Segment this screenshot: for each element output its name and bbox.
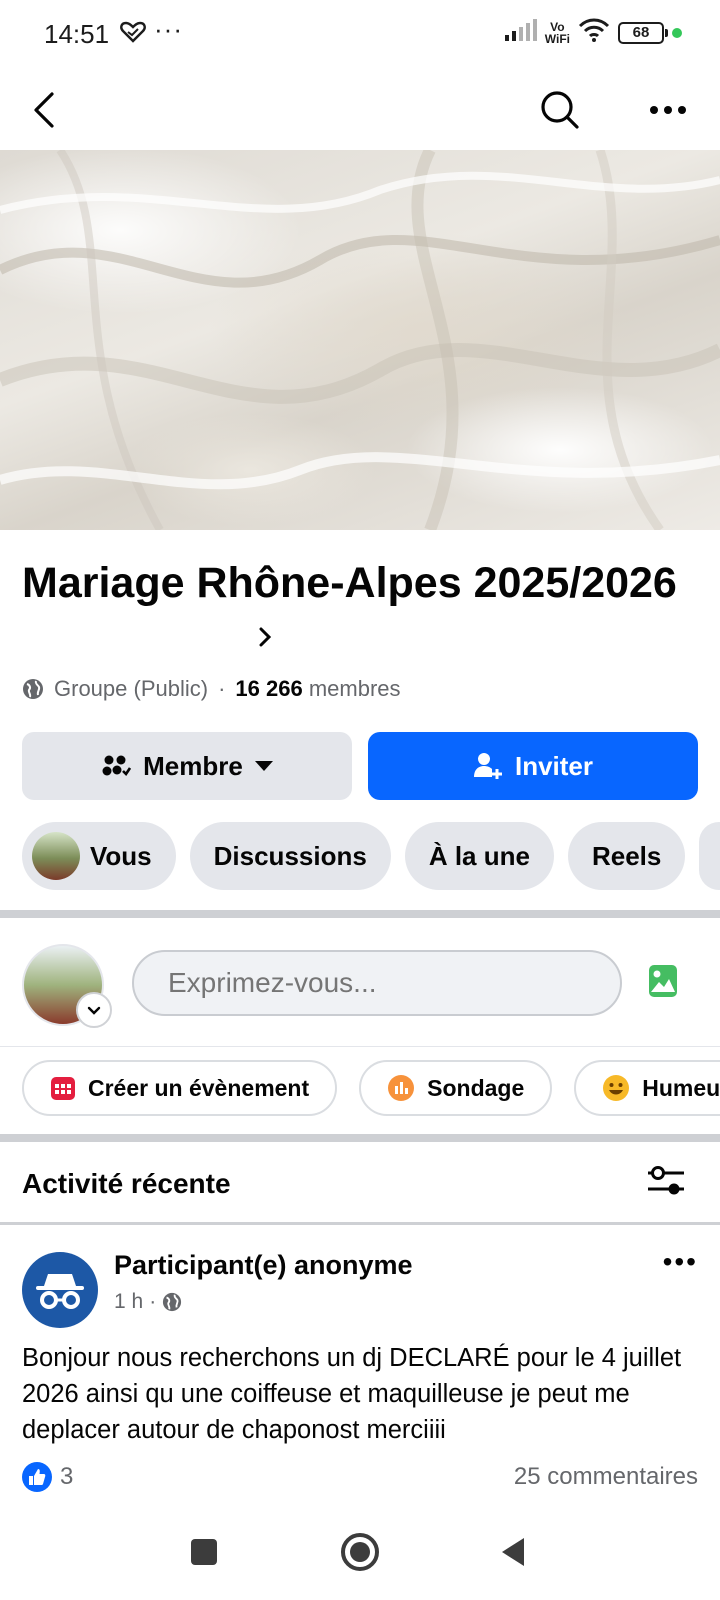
filter-icon[interactable]: [646, 1164, 686, 1203]
post-composer: [0, 916, 720, 1046]
avatar: [32, 832, 80, 880]
battery-indicator: 68: [618, 21, 668, 44]
member-button-label: Membre: [143, 750, 243, 781]
more-options-button[interactable]: [644, 86, 692, 134]
action-label: Sondage: [427, 1074, 525, 1101]
tab-reels[interactable]: Reels: [567, 822, 686, 890]
composer-actions: Créer un évènement Sondage Humeu: [22, 1060, 720, 1116]
action-label: Humeu: [642, 1074, 720, 1101]
profile-switch-badge[interactable]: [76, 992, 112, 1028]
chevron-right-icon[interactable]: [258, 626, 272, 653]
reactions[interactable]: 3: [22, 1462, 73, 1492]
member-button[interactable]: Membre: [22, 732, 352, 800]
post-stats: 3 25 commentaires: [22, 1462, 698, 1492]
incognito-icon: [36, 1274, 84, 1309]
post-more-button[interactable]: •••: [663, 1246, 698, 1278]
status-right-icons: Vo WiFi 68: [504, 18, 682, 47]
back-nav-button[interactable]: [500, 1536, 526, 1573]
heart-icon: [120, 20, 146, 49]
add-person-icon: [473, 753, 502, 779]
action-label: Créer un évènement: [88, 1074, 310, 1101]
anonymous-avatar[interactable]: [22, 1252, 98, 1328]
calendar-icon: [51, 1077, 75, 1100]
top-navigation: [0, 70, 720, 150]
more-horizontal-icon: [650, 106, 686, 114]
chevron-left-icon: [34, 92, 54, 128]
chevron-down-icon: [87, 1006, 101, 1015]
group-title[interactable]: Mariage Rhône-Alpes 2025/2026: [22, 556, 682, 610]
smile-icon: [603, 1075, 630, 1101]
members-icon: [102, 755, 132, 777]
meta-separator: ·: [218, 676, 226, 701]
invite-button-label: Inviter: [514, 750, 594, 781]
section-title: Activité récente: [22, 1168, 231, 1199]
post-text: Bonjour nous recherchons un dj DECLARÉ p…: [22, 1344, 682, 1444]
tab-label: À la une: [428, 840, 530, 871]
tab-discussions[interactable]: Discussions: [189, 822, 391, 890]
tab-featured[interactable]: À la une: [404, 822, 554, 890]
meta-separator: ·: [149, 1290, 157, 1313]
status-bar: 14:51 ··· Vo WiFi 68: [0, 0, 720, 70]
vowifi-line2: WiFi: [544, 31, 570, 46]
poll-icon: [388, 1075, 415, 1101]
post-author[interactable]: Participant(e) anonyme: [114, 1250, 413, 1281]
home-button[interactable]: [340, 1532, 380, 1577]
group-cover-photo[interactable]: [0, 150, 720, 530]
recent-apps-button[interactable]: [190, 1538, 218, 1571]
members-label[interactable]: membres: [309, 676, 401, 701]
back-button[interactable]: [20, 86, 68, 134]
group-type: Groupe (Public): [54, 676, 209, 701]
tab-label: Reels: [591, 840, 662, 871]
group-tabs: Vous Discussions À la une Reels: [22, 822, 720, 890]
globe-icon: [163, 1292, 182, 1312]
mood-button[interactable]: Humeu: [574, 1060, 720, 1116]
search-icon: [541, 91, 579, 129]
status-more-indicator: ···: [154, 14, 183, 44]
create-event-button[interactable]: Créer un évènement: [22, 1060, 338, 1116]
composer-input[interactable]: [132, 950, 622, 1016]
photo-icon[interactable]: [648, 964, 678, 1003]
search-button[interactable]: [536, 86, 584, 134]
comments-count[interactable]: 25 commentaires: [514, 1463, 698, 1491]
tab-vous[interactable]: Vous: [22, 822, 176, 890]
tab-more[interactable]: [699, 822, 720, 890]
like-icon: [22, 1462, 52, 1492]
signal-icon: [504, 19, 537, 46]
invite-button[interactable]: Inviter: [368, 732, 698, 800]
caret-down-icon: [254, 761, 273, 771]
poll-button[interactable]: Sondage: [359, 1060, 553, 1116]
tab-label: Discussions: [213, 840, 367, 871]
fabric-texture: [0, 150, 720, 530]
privacy-dot: [672, 27, 682, 38]
status-time: 14:51: [44, 19, 110, 49]
vowifi-indicator: Vo WiFi: [545, 21, 570, 45]
system-navigation-bar: [0, 1520, 720, 1590]
section-divider: [0, 1222, 720, 1225]
globe-icon: [23, 679, 43, 699]
likes-count: 3: [60, 1463, 74, 1490]
post-time[interactable]: 1 h: [114, 1290, 143, 1314]
composer-divider: [0, 1046, 720, 1047]
recent-activity-header: Activité récente: [0, 1142, 720, 1222]
tab-label: Vous: [90, 840, 152, 871]
members-count[interactable]: 16 266: [235, 676, 302, 701]
section-divider: [0, 1134, 720, 1142]
group-meta: Groupe (Public) · 16 266 membres: [22, 676, 401, 702]
wifi-icon: [578, 18, 610, 47]
post-meta: 1 h ·: [114, 1290, 182, 1314]
